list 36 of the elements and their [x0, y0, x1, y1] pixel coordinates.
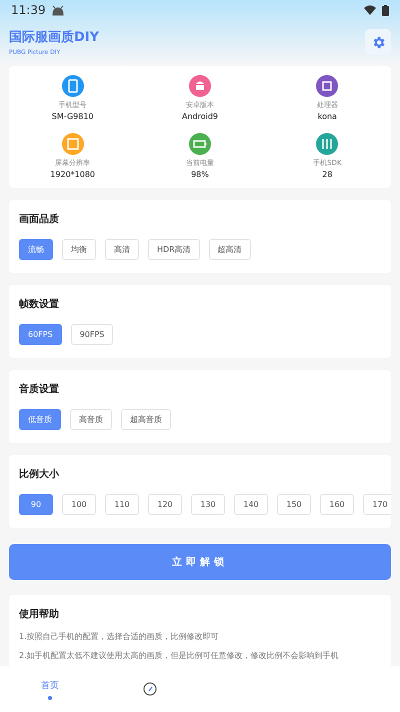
info-value: 98%: [191, 170, 209, 179]
option-chip[interactable]: 120: [148, 494, 182, 515]
option-chip[interactable]: 100: [62, 494, 96, 515]
option-chip[interactable]: 130: [191, 494, 225, 515]
info-value: SM-G9810: [52, 112, 94, 121]
settings-button[interactable]: [365, 29, 391, 55]
info-value: Android9: [182, 112, 218, 121]
android-robot-icon: [52, 4, 64, 16]
option-chip[interactable]: 高音质: [70, 409, 112, 430]
option-chip[interactable]: 140: [234, 494, 268, 515]
app-title: 国际服画质DIY: [9, 29, 100, 46]
info-value: 28: [322, 170, 332, 179]
option-chip[interactable]: 110: [105, 494, 139, 515]
section-title: 音质设置: [19, 382, 60, 396]
option-chip[interactable]: 超高音质: [121, 409, 171, 430]
option-chip[interactable]: 高清: [105, 239, 139, 260]
help-text: 2.如手机配置太低不建议使用太高的画质，但是比例可任意修改，修改比例不会影响到手机: [19, 650, 340, 661]
help-text: 1.按照自己手机的配置，选择合适的画质，比例修改即可: [19, 631, 220, 642]
section-title: 画面品质: [19, 212, 60, 226]
battery-icon: [382, 4, 389, 16]
section-title: 比例大小: [19, 468, 60, 481]
option-chip[interactable]: 90FPS: [70, 324, 114, 345]
section-title: 帧数设置: [19, 298, 60, 311]
option-chip[interactable]: 均衡: [62, 239, 96, 260]
help-title: 使用帮助: [19, 608, 60, 621]
compass-icon: [143, 682, 157, 696]
info-value: kona: [318, 112, 337, 121]
option-chip[interactable]: 170: [363, 494, 391, 515]
option-chip[interactable]: HDR高清: [148, 239, 200, 260]
option-chip[interactable]: 160: [320, 494, 354, 515]
option-chip[interactable]: 150: [277, 494, 311, 515]
info-value: 1920*1080: [50, 170, 96, 179]
wifi-icon: [364, 5, 376, 15]
status-time: 11:39: [11, 3, 46, 17]
nav-tab[interactable]: 首页: [0, 666, 100, 712]
option-chip[interactable]: 超高清: [208, 239, 251, 260]
